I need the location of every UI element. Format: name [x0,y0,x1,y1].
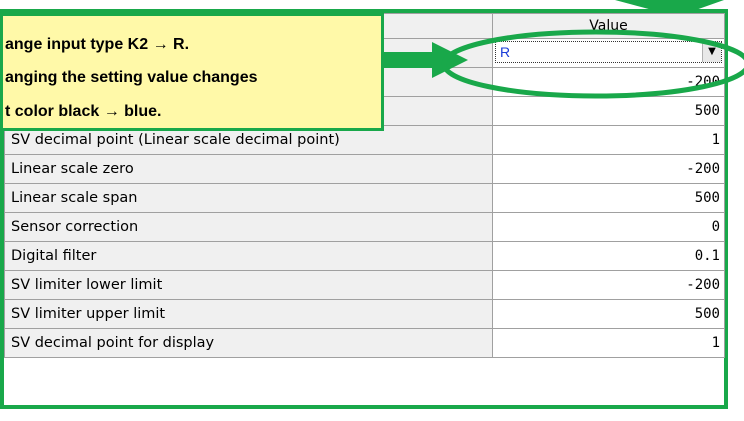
value-cell[interactable]: 0.1 [492,241,725,271]
value-cell[interactable]: 1 [492,328,725,358]
callout-line-3: t color black → blue. [5,103,162,120]
value-cell[interactable]: 500 [492,96,725,126]
table-row: Digital filter 0.1 [4,241,725,271]
value-cell[interactable]: 1 [492,125,725,155]
table-row: Linear scale zero -200 [4,154,725,184]
value-cell[interactable]: 500 [492,183,725,213]
input-type-select[interactable]: R ▼ [495,41,722,63]
input-type-value: R [500,44,511,60]
parameter-cell: Digital filter [4,241,493,271]
table-row: SV limiter upper limit 500 [4,299,725,329]
annotation-callout: ange input type K2 → R. anging the setti… [0,13,384,131]
parameter-cell: Linear scale zero [4,154,493,184]
value-cell[interactable]: -200 [492,67,725,97]
value-cell[interactable]: -200 [492,270,725,300]
screen: Value R ▼ -200 500 SV decimal point (Lin… [0,0,744,421]
parameter-cell: SV limiter lower limit [4,270,493,300]
table-row: SV limiter lower limit -200 [4,270,725,300]
parameter-cell: SV limiter upper limit [4,299,493,329]
callout-line-2: anging the setting value changes [5,69,258,86]
parameter-cell: Linear scale span [4,183,493,213]
table-row: Linear scale span 500 [4,183,725,213]
value-cell[interactable]: 500 [492,299,725,329]
table-row: Sensor correction 0 [4,212,725,242]
value-cell[interactable]: -200 [492,154,725,184]
callout-line-1: ange input type K2 → R. [5,36,190,53]
input-type-cell[interactable]: R ▼ [492,38,725,68]
parameter-cell: Sensor correction [4,212,493,242]
parameter-cell: SV decimal point for display [4,328,493,358]
table-row: SV decimal point for display 1 [4,328,725,358]
value-header: Value [492,13,725,39]
value-cell[interactable]: 0 [492,212,725,242]
chevron-down-icon[interactable]: ▼ [702,42,721,62]
